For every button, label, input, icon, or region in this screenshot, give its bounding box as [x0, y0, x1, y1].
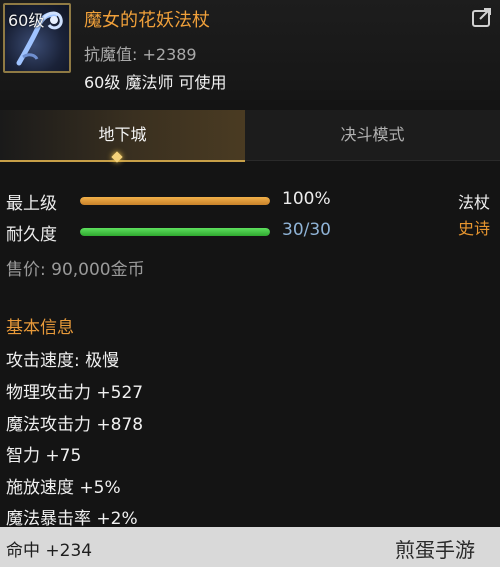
usable-requirement: 60级 魔法师 可使用: [84, 73, 227, 92]
upgrade-value: 100%: [282, 189, 331, 209]
item-category: 法杖: [458, 193, 491, 212]
upgrade-label: 最上级: [6, 194, 57, 214]
attribute-line: 魔法暴击率 +2%: [6, 509, 138, 529]
attribute-line: 攻击速度: 极慢: [6, 351, 120, 371]
durability-value: 30/30: [282, 220, 331, 240]
attribute-line: 物理攻击力 +527: [6, 383, 144, 403]
mode-tabs: 地下城 决斗模式: [0, 110, 500, 162]
attribute-line: 魔法攻击力 +878: [6, 415, 144, 435]
item-header: 60级 魔女的花妖法杖 抗魔值: +2389 60级 魔法师 可使用: [0, 0, 500, 100]
tab-pvp[interactable]: 决斗模式: [245, 110, 500, 160]
staff-icon: 60级: [3, 3, 71, 73]
durability-bar: [80, 228, 270, 236]
tab-dungeon[interactable]: 地下城: [0, 110, 245, 162]
item-rarity: 史诗: [458, 219, 491, 238]
durability-label: 耐久度: [6, 225, 57, 245]
share-icon[interactable]: [470, 6, 494, 30]
durability-bar-fill: [80, 228, 270, 236]
attribute-line: 智力 +75: [6, 446, 82, 466]
sell-price: 售价: 90,000金币: [6, 260, 145, 280]
upgrade-bar: [80, 197, 270, 205]
upgrade-bar-fill: [80, 197, 270, 205]
level-badge: 60级: [8, 11, 45, 30]
attribute-line: 施放速度 +5%: [6, 478, 121, 498]
section-title-basic-info: 基本信息: [6, 318, 74, 338]
attribute-line: 命中 +234: [6, 541, 93, 561]
item-name: 魔女的花妖法杖: [84, 10, 210, 31]
resistance-value: 抗魔值: +2389: [84, 45, 197, 64]
watermark: 煎蛋手游: [395, 538, 475, 562]
